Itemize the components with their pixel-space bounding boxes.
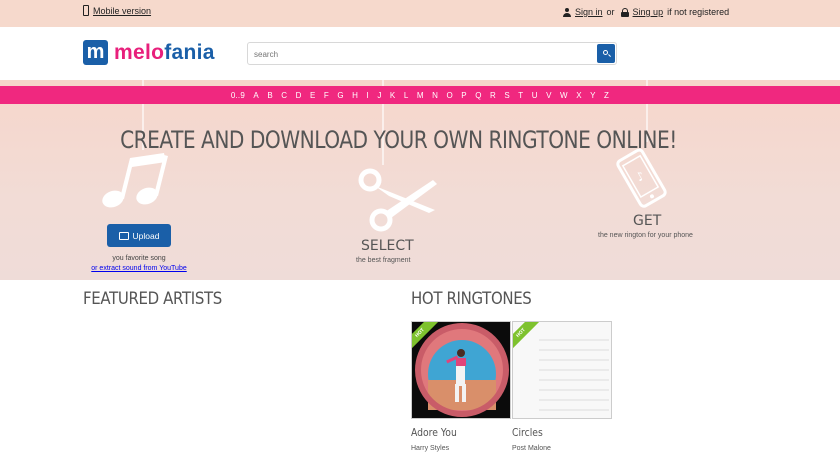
svg-text:♪: ♪ — [634, 169, 648, 185]
header: m melofania — [0, 27, 840, 80]
alpha-link[interactable]: C — [281, 91, 287, 100]
ringtone-artist[interactable]: Harry Styles — [411, 445, 449, 452]
search-input[interactable] — [254, 46, 584, 62]
alpha-link[interactable]: Q — [475, 91, 481, 100]
get-step-sub: the new rington for your phone — [598, 232, 693, 239]
alpha-link[interactable]: J — [377, 91, 381, 100]
alpha-link[interactable]: S — [504, 91, 510, 100]
upload-label: Upload — [132, 230, 160, 241]
signin-link[interactable]: Sign in — [575, 7, 603, 17]
alpha-link[interactable]: A — [253, 91, 259, 100]
alpha-link[interactable]: N — [432, 91, 438, 100]
album-cover-adore-you — [412, 322, 510, 418]
alpha-link[interactable]: F — [324, 91, 329, 100]
select-step-label: SELECT — [361, 238, 414, 254]
ringtone-card-circles[interactable]: HOT — [512, 321, 612, 419]
mobile-phone-icon: ♪ — [616, 148, 667, 208]
not-registered-text: if not registered — [667, 7, 730, 17]
alpha-link[interactable]: U — [532, 91, 538, 100]
ringtone-artist[interactable]: Post Malone — [512, 445, 551, 452]
or-text: or — [606, 7, 615, 17]
featured-artists-title: FEATURED ARTISTS — [83, 289, 222, 309]
alphabet-bar: 0..9 A B C D E F G H I J K L M N O P Q R… — [0, 86, 840, 104]
get-step-label: GET — [633, 213, 662, 229]
search-icon — [603, 50, 608, 55]
signup-link[interactable]: Sing up — [633, 7, 664, 17]
alpha-link[interactable]: H — [352, 91, 358, 100]
alpha-link[interactable]: G — [337, 91, 343, 100]
alpha-link[interactable]: T — [518, 91, 523, 100]
phone-icon — [83, 5, 89, 16]
mobile-version-link-wrap[interactable]: Mobile version — [83, 5, 151, 16]
alpha-link[interactable]: P — [461, 91, 467, 100]
hot-ringtones-title: HOT RINGTONES — [411, 289, 532, 309]
upload-icon — [118, 231, 129, 240]
alpha-link[interactable]: I — [367, 91, 369, 100]
site-logo[interactable]: m melofania — [83, 40, 215, 65]
alpha-link[interactable]: L — [404, 91, 409, 100]
lock-icon — [620, 7, 629, 17]
alpha-link[interactable]: R — [490, 91, 496, 100]
alpha-link[interactable]: 0..9 — [231, 91, 245, 100]
alpha-link[interactable]: B — [267, 91, 273, 100]
scissors-icon — [358, 168, 437, 232]
album-cover-circles — [513, 322, 611, 418]
alpha-link[interactable]: Y — [590, 91, 596, 100]
music-note-icon — [102, 153, 168, 208]
auth-links: Sign in or Sing up if not registered — [563, 7, 729, 17]
ringtone-title[interactable]: Circles — [512, 427, 543, 439]
alpha-link[interactable]: V — [546, 91, 552, 100]
alpha-link[interactable]: E — [310, 91, 316, 100]
search-button[interactable] — [597, 44, 615, 63]
youtube-extract-link[interactable]: or extract sound from YouTube — [80, 264, 198, 274]
alpha-link[interactable]: W — [560, 91, 568, 100]
upload-button[interactable]: Upload — [107, 224, 171, 247]
ringtone-title[interactable]: Adore You — [411, 427, 457, 439]
search-box — [247, 42, 617, 65]
alpha-link[interactable]: D — [296, 91, 302, 100]
top-bar: Mobile version Sign in or Sing up if not… — [0, 0, 840, 27]
logo-mark-icon: m — [83, 40, 108, 65]
alpha-link[interactable]: Z — [604, 91, 609, 100]
mobile-version-link[interactable]: Mobile version — [93, 6, 151, 16]
upload-description: you favorite song or extract sound from … — [80, 254, 198, 274]
select-step-sub: the best fragment — [356, 257, 411, 264]
user-icon — [563, 7, 571, 17]
alpha-link[interactable]: O — [446, 91, 452, 100]
logo-wordmark: melofania — [114, 40, 215, 64]
hero-banner: 0..9 A B C D E F G H I J K L M N O P Q R… — [0, 80, 840, 280]
alpha-link[interactable]: M — [417, 91, 424, 100]
alpha-link[interactable]: X — [576, 91, 582, 100]
ringtone-card-adore-you[interactable]: HOT — [411, 321, 511, 419]
alpha-link[interactable]: K — [390, 91, 396, 100]
